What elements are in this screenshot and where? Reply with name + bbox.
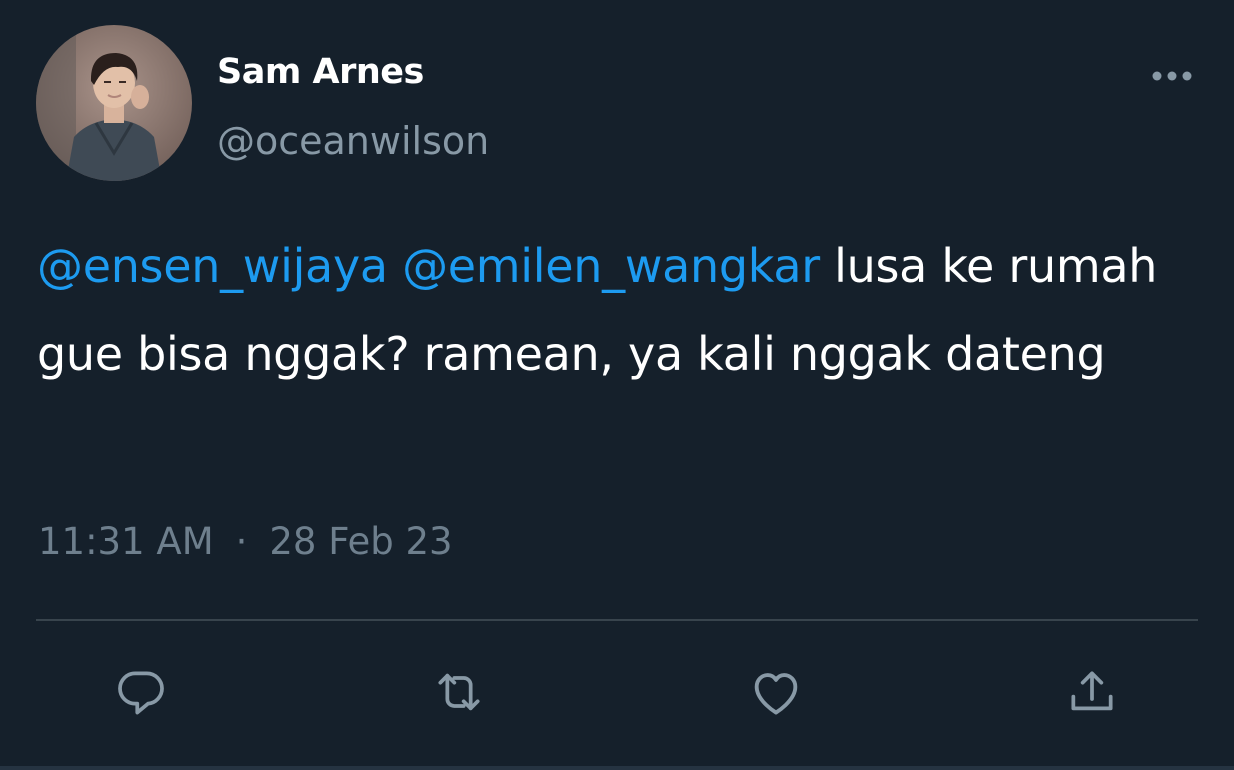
- author-name[interactable]: Sam Arnes: [217, 52, 424, 92]
- retweet-icon: [438, 673, 480, 711]
- tweet-timestamp: 11:31 AM · 28 Feb 23: [38, 520, 453, 563]
- avatar[interactable]: [36, 25, 192, 181]
- author-handle[interactable]: @oceanwilson: [217, 119, 489, 163]
- mention-link[interactable]: @ensen_wijaya: [37, 239, 388, 293]
- retweet-button[interactable]: [429, 662, 489, 722]
- more-options-button[interactable]: [1148, 62, 1196, 90]
- share-button[interactable]: [1062, 662, 1122, 722]
- avatar-image: [36, 25, 192, 181]
- share-icon: [1071, 671, 1113, 711]
- like-icon: [754, 673, 798, 715]
- bottom-border: [0, 766, 1234, 770]
- tweet-text: @ensen_wijaya @emilen_wangkar lusa ke ru…: [37, 222, 1177, 398]
- more-icon: [1152, 71, 1192, 81]
- reply-button[interactable]: [111, 662, 171, 722]
- tweet-time[interactable]: 11:31 AM: [38, 520, 214, 563]
- meta-separator: ·: [235, 520, 248, 563]
- divider: [36, 619, 1198, 621]
- like-button[interactable]: [746, 662, 806, 722]
- mention-link[interactable]: @emilen_wangkar: [402, 239, 820, 293]
- tweet-date[interactable]: 28 Feb 23: [269, 520, 452, 563]
- reply-icon: [118, 671, 164, 715]
- tweet-card: Sam Arnes @oceanwilson @ensen_wijaya @em…: [0, 0, 1234, 770]
